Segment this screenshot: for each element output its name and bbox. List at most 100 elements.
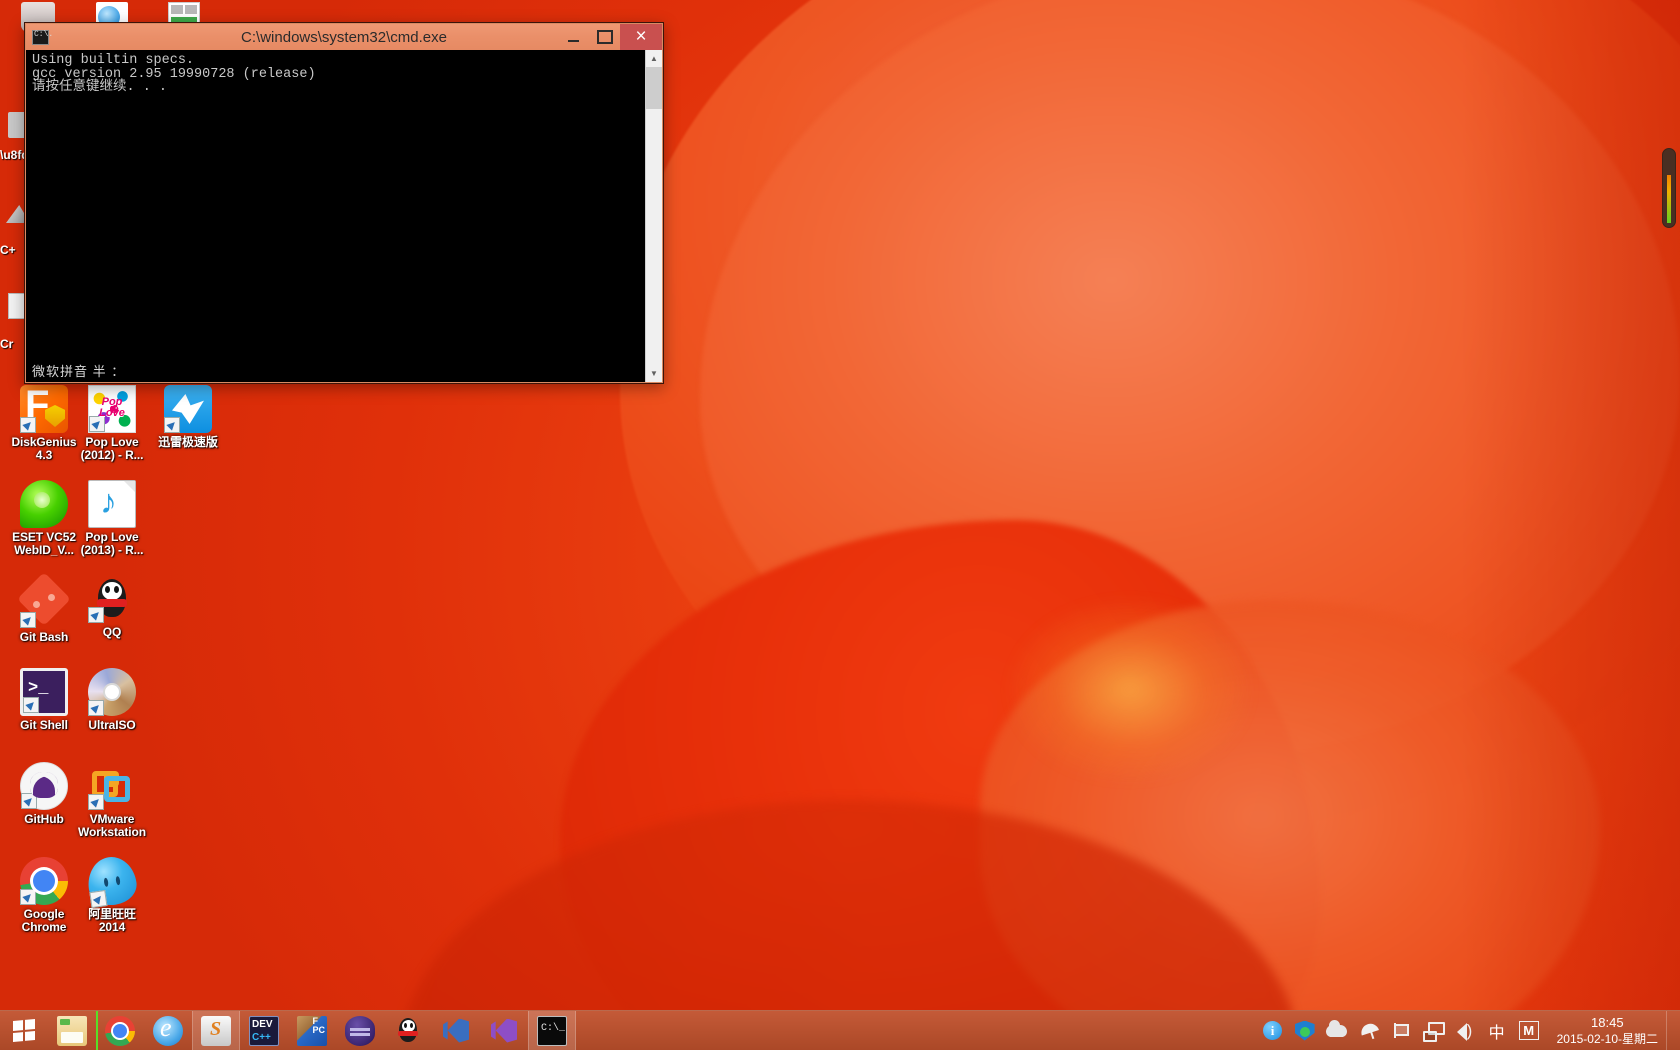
shortcut-overlay-icon bbox=[20, 889, 36, 905]
cloud-icon[interactable] bbox=[1324, 1018, 1350, 1044]
flag-icon[interactable] bbox=[1388, 1018, 1414, 1044]
aliwangwang-icon bbox=[84, 853, 140, 909]
maximize-button[interactable] bbox=[589, 24, 620, 50]
shield-icon-glyph bbox=[1294, 1020, 1315, 1041]
shortcut-overlay-icon bbox=[23, 697, 39, 713]
close-button[interactable] bbox=[620, 24, 662, 50]
internet-explorer-icon bbox=[153, 1013, 183, 1046]
wallpaper-highlight bbox=[1010, 600, 1250, 780]
desktop-icon-diskgenius[interactable]: DiskGenius 4.3 bbox=[8, 383, 80, 462]
taskbar-item-sublime-text[interactable] bbox=[192, 1011, 240, 1050]
desktop-icon-label: Pop Love (2013) - R... bbox=[80, 530, 144, 557]
sublime-text-icon bbox=[201, 1015, 231, 1046]
visual-studio-1-icon bbox=[441, 1016, 471, 1046]
ime-status-bar: 微软拼音 半 ： bbox=[32, 363, 126, 379]
ime-menu-icon[interactable]: M bbox=[1516, 1018, 1542, 1044]
cmd-system-menu-icon[interactable] bbox=[32, 29, 53, 45]
taskbar-item-visual-studio-2[interactable] bbox=[480, 1011, 528, 1050]
minimize-button[interactable] bbox=[558, 24, 589, 50]
taskbar-item-qq[interactable] bbox=[384, 1011, 432, 1050]
taskbar-item-cmd[interactable] bbox=[528, 1011, 576, 1050]
shield-icon[interactable] bbox=[1292, 1018, 1318, 1044]
desktop-icon-qq[interactable]: QQ bbox=[76, 575, 148, 639]
tray-icons: i 中M bbox=[1257, 1018, 1545, 1044]
desktop-icon-gitbash[interactable]: Git Bash bbox=[8, 572, 80, 644]
desktop-icon-aliwangwang[interactable]: 阿里旺旺 2014 bbox=[76, 853, 148, 934]
desktop-icon-eset[interactable]: ESET VC52 WebID_V... bbox=[8, 480, 80, 557]
desktop-icon-gitshell[interactable]: Git Shell bbox=[8, 668, 80, 732]
shortcut-overlay-icon bbox=[89, 890, 108, 909]
desktop-icon-label: Git Bash bbox=[19, 630, 69, 644]
google-chrome-icon bbox=[105, 1015, 135, 1046]
flag-icon-glyph bbox=[1392, 1022, 1410, 1039]
desktop-icon-label: Pop Love (2012) - R... bbox=[80, 435, 144, 462]
shortcut-overlay-icon bbox=[20, 612, 36, 628]
start-button[interactable] bbox=[0, 1011, 48, 1050]
cmd-titlebar[interactable]: C:\windows\system32\cmd.exe bbox=[25, 23, 663, 50]
cloud-icon-glyph bbox=[1326, 1019, 1348, 1037]
taskbar-item-visual-studio[interactable] bbox=[432, 1011, 480, 1050]
shortcut-overlay-icon bbox=[88, 607, 104, 623]
desktop-icon-edge-label-cpp: C+ bbox=[0, 243, 16, 257]
clock-time: 18:45 bbox=[1591, 1014, 1624, 1030]
taskbar-item-dev-cpp[interactable] bbox=[240, 1011, 288, 1050]
taskbar[interactable]: i 中M 18:45 2015-02-10-星期二 bbox=[0, 1010, 1680, 1050]
taskbar-item-internet-explorer[interactable] bbox=[144, 1011, 192, 1050]
desktop-icon-chrome[interactable]: Google Chrome bbox=[8, 857, 80, 934]
ime-chinese-icon[interactable]: 中 bbox=[1484, 1018, 1510, 1044]
taskbar-clock[interactable]: 18:45 2015-02-10-星期二 bbox=[1553, 1015, 1666, 1047]
taskbar-items bbox=[48, 1011, 576, 1050]
taskbar-item-free-pascal[interactable] bbox=[288, 1011, 336, 1050]
cmd-body: Using builtin specs. gcc version 2.95 19… bbox=[25, 50, 663, 383]
taskbar-item-eclipse[interactable] bbox=[336, 1011, 384, 1050]
volume-icon[interactable] bbox=[1452, 1018, 1478, 1044]
diskgenius-icon bbox=[20, 383, 68, 433]
scroll-up-button[interactable]: ▲ bbox=[646, 50, 662, 67]
desktop-icon-edge-label-cr: Cr bbox=[0, 337, 14, 351]
chrome-icon bbox=[20, 857, 68, 905]
gitshell-icon bbox=[20, 668, 68, 716]
taskbar-item-google-chrome[interactable] bbox=[96, 1011, 144, 1050]
desktop-icon-poplove2012[interactable]: Pop Love (2012) - R... bbox=[76, 385, 148, 462]
cmd-icon bbox=[537, 1015, 567, 1046]
taskbar-item-file-explorer[interactable] bbox=[48, 1011, 96, 1050]
system-tray: i 中M 18:45 2015-02-10-星期二 bbox=[1257, 1011, 1680, 1050]
desktop-icon-vmware[interactable]: VMware Workstation bbox=[76, 762, 148, 839]
clock-date: 2015-02-10-星期二 bbox=[1556, 1031, 1658, 1046]
network-icon[interactable] bbox=[1420, 1018, 1446, 1044]
console-line: 请按任意键继续. . . bbox=[32, 80, 168, 95]
scrollbar-thumb[interactable] bbox=[646, 67, 662, 109]
shortcut-overlay-icon bbox=[164, 417, 180, 433]
window-controls bbox=[558, 24, 662, 50]
console-line: gcc version 2.95 19990728 (release) bbox=[32, 66, 316, 82]
qq-icon bbox=[88, 575, 136, 623]
scroll-down-button[interactable]: ▼ bbox=[646, 365, 662, 382]
edge-gauge-fill bbox=[1667, 175, 1671, 223]
network-icon-glyph bbox=[1422, 1022, 1445, 1042]
desktop-icon-label: ESET VC52 WebID_V... bbox=[12, 530, 76, 557]
cmd-window[interactable]: C:\windows\system32\cmd.exe Using builti… bbox=[24, 22, 664, 384]
desktop-icon-poplove2013[interactable]: Pop Love (2013) - R... bbox=[76, 480, 148, 557]
desktop[interactable]: \u8fd9 C+ Cr DiskGenius 4.3Pop Love (201… bbox=[0, 0, 1680, 1050]
vmware-icon bbox=[88, 762, 136, 810]
ime-menu-icon-glyph: M bbox=[1518, 1021, 1539, 1040]
edge-gauge-indicator bbox=[1662, 148, 1676, 228]
qq-icon bbox=[393, 1016, 423, 1046]
umbrella-icon[interactable] bbox=[1356, 1018, 1382, 1044]
cmd-console-output[interactable]: Using builtin specs. gcc version 2.95 19… bbox=[26, 50, 645, 382]
desktop-icon-ultraiso[interactable]: UltraISO bbox=[76, 668, 148, 732]
info-icon-glyph: i bbox=[1263, 1021, 1283, 1040]
info-icon[interactable]: i bbox=[1260, 1018, 1286, 1044]
github-icon bbox=[20, 762, 68, 810]
cmd-vertical-scrollbar[interactable]: ▲ ▼ bbox=[645, 50, 662, 382]
desktop-icon-label: Google Chrome bbox=[21, 907, 67, 934]
scrollbar-track[interactable] bbox=[646, 109, 662, 365]
show-desktop-button[interactable] bbox=[1666, 1011, 1674, 1050]
desktop-icon-xunlei[interactable]: 迅雷极速版 bbox=[152, 385, 224, 449]
console-line: Using builtin specs. bbox=[32, 53, 195, 68]
visual-studio-2-icon bbox=[489, 1016, 519, 1046]
desktop-icon-github[interactable]: GitHub bbox=[8, 762, 80, 826]
wallpaper-right-vignette bbox=[1460, 0, 1680, 1050]
desktop-icon-label: UltraISO bbox=[88, 718, 136, 732]
shortcut-overlay-icon bbox=[88, 794, 104, 810]
